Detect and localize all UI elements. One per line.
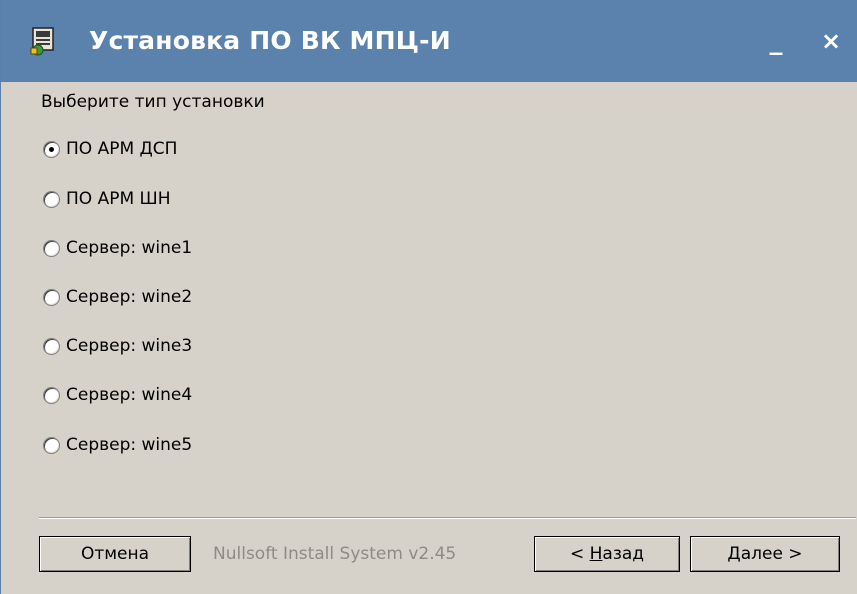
radio-label: ПО АРМ ДСП [66, 139, 178, 159]
next-button[interactable]: Далее > [690, 536, 840, 572]
radio-button[interactable] [43, 386, 60, 404]
nsis-branding: Nullsoft Install System v2.45 [213, 544, 457, 564]
radio-button[interactable] [43, 190, 60, 208]
next-button-mnemonic: Д [727, 544, 741, 564]
minimize-button[interactable]: _ [761, 26, 791, 56]
radio-option-server-wine5[interactable]: Сервер: wine5 [43, 434, 192, 456]
install-type-prompt: Выберите тип установки [41, 92, 265, 112]
next-button-label: алее > [740, 544, 803, 564]
radio-button[interactable] [43, 337, 60, 355]
radio-option-server-wine3[interactable]: Сервер: wine3 [43, 335, 192, 357]
back-button-mnemonic: Н [589, 544, 603, 564]
cancel-button[interactable]: Отмена [39, 536, 191, 572]
window-title: Установка ПО ВК МПЦ-И [89, 26, 451, 55]
cancel-button-label: Отмена [80, 544, 150, 564]
radio-option-arm-shn[interactable]: ПО АРМ ШН [43, 188, 170, 210]
radio-label: Сервер: wine1 [66, 238, 193, 258]
back-button[interactable]: < Назад [534, 536, 680, 572]
radio-option-server-wine4[interactable]: Сервер: wine4 [43, 384, 192, 406]
radio-button[interactable] [43, 436, 60, 454]
radio-label: Сервер: wine3 [66, 336, 193, 356]
back-button-prefix: < [569, 544, 590, 564]
dialog-content: Выберите тип установки ПО АРМ ДСП ПО АРМ… [1, 82, 857, 594]
installer-box-icon [30, 27, 54, 56]
footer-separator [39, 517, 856, 519]
radio-button[interactable] [43, 288, 60, 306]
installer-window: Установка ПО ВК МПЦ-И _ × Выберите тип у… [0, 0, 857, 594]
radio-label: Сервер: wine4 [66, 385, 193, 405]
radio-button[interactable] [43, 239, 60, 257]
close-button[interactable]: × [816, 26, 846, 56]
radio-button[interactable] [43, 140, 60, 158]
title-bar[interactable]: Установка ПО ВК МПЦ-И _ × [1, 0, 857, 82]
radio-label: ПО АРМ ШН [66, 189, 171, 209]
radio-option-server-wine1[interactable]: Сервер: wine1 [43, 237, 192, 259]
back-button-label: азад [602, 544, 645, 564]
radio-option-arm-dsp[interactable]: ПО АРМ ДСП [43, 138, 177, 160]
radio-label: Сервер: wine2 [66, 287, 193, 307]
radio-label: Сервер: wine5 [66, 435, 193, 455]
radio-option-server-wine2[interactable]: Сервер: wine2 [43, 286, 192, 308]
